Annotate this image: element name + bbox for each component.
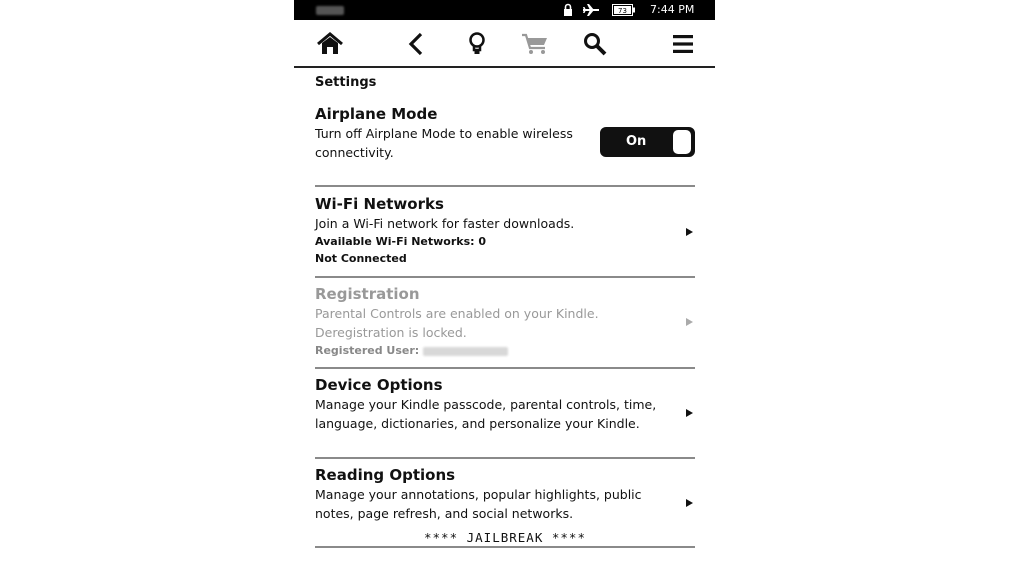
jailbreak-banner: **** JAILBREAK **** [424, 530, 586, 545]
lock-icon [562, 2, 574, 18]
registration-title: Registration [315, 285, 420, 303]
airplane-mode-title: Airplane Mode [315, 105, 438, 123]
search-icon [584, 33, 607, 56]
section-divider [315, 185, 695, 187]
kindle-screen: 73 7:44 PM Settings Airplane Mode Turn o… [294, 0, 715, 568]
status-bar: 73 7:44 PM [294, 0, 715, 20]
toolbar [294, 20, 715, 68]
chevron-right-icon [686, 409, 693, 417]
home-icon [317, 32, 343, 54]
registration-row: Registration Parental Controls are enabl… [315, 284, 695, 359]
section-divider [315, 546, 695, 548]
registration-desc-line1: Parental Controls are enabled on your Ki… [315, 306, 599, 321]
wifi-available-count: Available Wi-Fi Networks: 0 [315, 235, 487, 248]
registration-desc-line2: Deregistration is locked. [315, 325, 467, 340]
wifi-networks-row[interactable]: Wi-Fi Networks Join a Wi-Fi network for … [315, 194, 695, 267]
chevron-right-icon [686, 499, 693, 507]
cart-icon [522, 33, 547, 54]
light-button[interactable] [462, 30, 492, 58]
clock-time: 7:44 PM [650, 3, 695, 16]
wifi-title: Wi-Fi Networks [315, 195, 444, 213]
menu-icon [673, 35, 693, 53]
battery-icon: 73 [612, 2, 636, 18]
registered-user-label: Registered User: [315, 344, 420, 357]
menu-button[interactable] [668, 30, 698, 58]
wifi-desc: Join a Wi-Fi network for faster download… [315, 216, 575, 231]
store-button[interactable] [520, 30, 550, 58]
home-button[interactable] [315, 30, 345, 58]
section-divider [315, 367, 695, 369]
lightbulb-icon [469, 32, 485, 54]
device-options-desc-line2: language, dictionaries, and personalize … [315, 416, 640, 431]
back-button[interactable] [401, 30, 431, 58]
carrier-name-redacted [316, 6, 344, 15]
chevron-right-icon [686, 228, 693, 236]
section-divider [315, 457, 695, 459]
toolbar-divider [294, 66, 715, 68]
toggle-label: On [626, 134, 647, 149]
svg-text:73: 73 [618, 7, 627, 15]
toggle-knob [673, 130, 691, 154]
registered-user: Registered User: [315, 342, 695, 359]
device-options-row[interactable]: Device Options Manage your Kindle passco… [315, 375, 695, 433]
reading-options-desc-line1: Manage your annotations, popular highlig… [315, 487, 642, 502]
airplane-icon [582, 2, 600, 18]
chevron-right-icon [686, 318, 693, 326]
device-options-desc-line1: Manage your Kindle passcode, parental co… [315, 397, 657, 412]
registered-user-redacted [423, 346, 509, 356]
reading-options-title: Reading Options [315, 466, 456, 484]
search-button[interactable] [580, 30, 610, 58]
page-title: Settings [315, 75, 377, 90]
section-divider [315, 276, 695, 278]
back-icon [408, 32, 423, 56]
reading-options-desc-line2: notes, page refresh, and social networks… [315, 506, 574, 521]
device-options-title: Device Options [315, 376, 443, 394]
airplane-mode-toggle[interactable]: On [600, 127, 695, 157]
reading-options-row[interactable]: Reading Options Manage your annotations,… [315, 465, 695, 523]
wifi-status: Not Connected [315, 252, 407, 265]
